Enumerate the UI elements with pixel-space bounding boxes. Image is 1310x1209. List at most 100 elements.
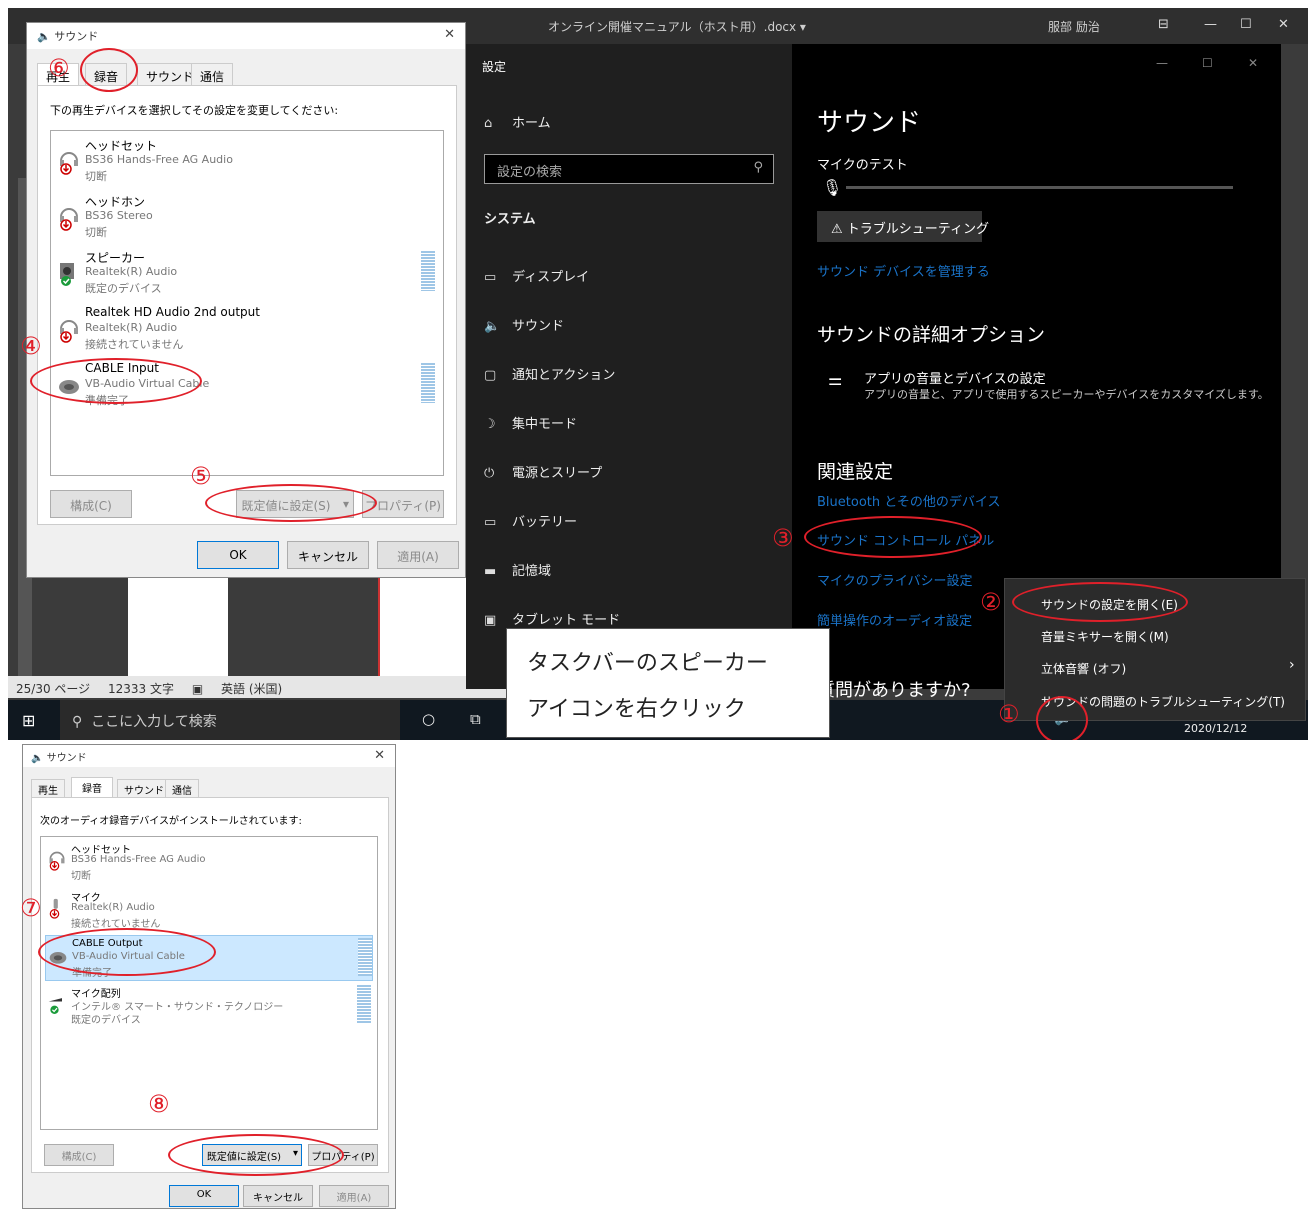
apply-button[interactable]: 適用(A) (319, 1185, 389, 1207)
warning-icon: ⚠ (831, 222, 843, 237)
proofing-icon[interactable]: ▣ (192, 682, 203, 696)
menu-open-volume-mixer[interactable]: 音量ミキサーを開く(M) (1041, 628, 1169, 645)
annotation-circle (80, 48, 138, 92)
settings-close-icon[interactable]: ✕ (1248, 56, 1258, 70)
taskbar-date[interactable]: 2020/12/12 (1184, 722, 1247, 735)
instruction-callout: タスクバーのスピーカー アイコンを右クリック (506, 628, 830, 738)
mixer-icon: ⚌ (828, 370, 843, 389)
app-volume-desc: アプリの音量と、アプリで使用するスピーカーやデバイスをカスタマイズします。 (864, 388, 1269, 401)
cancel-button[interactable]: キャンセル (287, 541, 369, 569)
annotation-circle (1036, 696, 1088, 740)
cancel-button[interactable]: キャンセル (243, 1185, 313, 1207)
word-user-name[interactable]: 服部 励治 (1048, 18, 1100, 35)
maximize-icon[interactable]: ☐ (1240, 17, 1252, 32)
speaker-device-icon (60, 263, 74, 286)
sound-icon: 🔈 (484, 319, 501, 334)
nav-section-system: システム (484, 212, 536, 227)
annotation-number: ⑧ (148, 1090, 170, 1118)
nav-focus[interactable]: ☽ 集中モード (484, 413, 577, 432)
device-item[interactable]: ヘッドセット BS36 Hands-Free AG Audio 切断 (55, 135, 439, 191)
menu-spatial-sound[interactable]: 立体音響 (オフ) (1041, 660, 1126, 677)
ok-button[interactable]: OK (197, 541, 279, 569)
annotation-circle (38, 928, 216, 976)
device-item[interactable]: スピーカー Realtek(R) Audio 既定のデバイス (55, 247, 439, 303)
playback-device-list[interactable]: ヘッドセット BS36 Hands-Free AG Audio 切断 ヘッドホン BS… (50, 130, 444, 476)
apply-button[interactable]: 適用(A) (377, 541, 459, 569)
level-meter (358, 938, 372, 976)
annotation-number: ① (998, 700, 1020, 728)
tab-recording[interactable]: 録音 (71, 777, 113, 797)
annotation-number: ③ (772, 524, 794, 552)
nav-power[interactable]: ⏻ 電源とスリープ (484, 462, 602, 481)
settings-title: 設定 (482, 60, 507, 74)
tab-sounds[interactable]: サウンド (117, 779, 171, 797)
microphone-icon: 🎙 (822, 178, 843, 197)
settings-search-input[interactable]: 設定の検索 ⚲ (484, 154, 774, 184)
nav-storage[interactable]: ▬ 記憶域 (484, 560, 551, 579)
recording-device-list[interactable]: ヘッドセット BS36 Hands-Free AG Audio 切断 マイク Real… (40, 836, 378, 1130)
dialog-close-icon[interactable]: ✕ (444, 27, 455, 42)
dialog-instruction: 下の再生デバイスを選択してその設定を変更してください: (50, 104, 339, 117)
configure-button[interactable]: 構成(C) (50, 490, 132, 518)
settings-minimize-icon[interactable]: — (1156, 56, 1168, 70)
nav-sound[interactable]: 🔈 サウンド (484, 315, 564, 334)
bluetooth-link[interactable]: Bluetooth とその他のデバイス (817, 491, 1000, 510)
annotation-circle (30, 358, 202, 404)
mic-array-icon (48, 998, 62, 1014)
related-settings-title: 関連設定 (817, 461, 894, 483)
ok-button[interactable]: OK (169, 1185, 239, 1207)
storage-icon: ▬ (484, 564, 497, 579)
close-icon[interactable]: ✕ (1278, 17, 1289, 32)
mic-level-bar (846, 186, 1233, 189)
annotation-number: ⑤ (190, 462, 212, 490)
dialog-title-bar: 🔈 サウンド ✕ (23, 745, 395, 767)
annotation-number: ④ (20, 332, 42, 360)
top-screenshot: オンライン開催マニュアル（ホスト用）.docx ▾ 服部 励治 ⊟ — ☐ ✕ … (0, 0, 1310, 740)
language-indicator[interactable]: 英語 (米国) (221, 682, 282, 696)
troubleshoot-button[interactable]: ⚠ トラブルシューティング (817, 211, 989, 242)
minimize-icon[interactable]: — (1204, 17, 1217, 32)
callout-line-2: アイコンを右クリック (527, 697, 746, 722)
nav-home[interactable]: ⌂ ホーム (484, 112, 551, 131)
windows-start-icon[interactable]: ⊞ (22, 711, 35, 730)
device-item[interactable]: マイク Realtek(R) Audio 接続されていません (45, 887, 373, 933)
word-status-bar: 25/30 ページ 12333 文字 ▣ 英語 (米国) (8, 676, 508, 698)
tablet-icon: ▣ (484, 613, 497, 628)
word-document-title[interactable]: オンライン開催マニュアル（ホスト用）.docx ▾ (548, 18, 806, 35)
ease-of-access-audio-link[interactable]: 簡単操作のオーディオ設定 (817, 610, 972, 629)
manage-devices-link[interactable]: サウンド デバイスを管理する (817, 261, 990, 280)
taskbar-search-box[interactable]: ⚲ ここに入力して検索 (60, 700, 400, 740)
nav-tablet[interactable]: ▣ タブレット モード (484, 609, 620, 628)
nav-display[interactable]: ▭ ディスプレイ (484, 266, 589, 285)
annotation-number: ⑥ (48, 54, 70, 82)
speaker-icon: 🔈 (31, 753, 44, 764)
tab-communications[interactable]: 通信 (191, 63, 234, 85)
dialog-title-bar: 🔈 サウンド ✕ (27, 23, 465, 49)
nav-battery[interactable]: ▭ バッテリー (484, 511, 577, 530)
mic-test-label: マイクのテスト (817, 158, 908, 173)
mic-privacy-link[interactable]: マイクのプライバシー設定 (817, 570, 972, 589)
annotation-number: ② (980, 588, 1002, 616)
level-meter (357, 985, 371, 1023)
cortana-icon[interactable]: ○ (422, 710, 435, 728)
tab-communications[interactable]: 通信 (165, 779, 199, 797)
device-item[interactable]: ヘッドセット BS36 Hands-Free AG Audio 切断 (45, 839, 373, 885)
task-view-icon[interactable]: ⧉ (470, 710, 481, 728)
device-item[interactable]: ヘッドホン BS36 Stereo 切断 (55, 191, 439, 247)
configure-button[interactable]: 構成(C) (44, 1144, 114, 1166)
device-item[interactable]: マイク配列 インテル® スマート・サウンド・テクノロジー 既定のデバイス (45, 983, 373, 1029)
annotation-circle (804, 516, 982, 558)
document-page[interactable] (128, 578, 498, 682)
nav-notifications[interactable]: ▢ 通知とアクション (484, 364, 615, 383)
device-item[interactable]: Realtek HD Audio 2nd output Realtek(R) Au… (55, 303, 439, 359)
ribbon-display-icon[interactable]: ⊟ (1158, 17, 1169, 32)
app-volume-title[interactable]: アプリの音量とデバイスの設定 (864, 368, 1046, 387)
tab-playback[interactable]: 再生 (31, 779, 65, 797)
settings-maximize-icon[interactable]: ☐ (1202, 56, 1213, 70)
word-count[interactable]: 12333 文字 (108, 682, 174, 696)
search-placeholder: ここに入力して検索 (91, 714, 217, 730)
page-count[interactable]: 25/30 ページ (16, 682, 90, 696)
dialog-close-icon[interactable]: ✕ (374, 748, 385, 763)
microphone-icon (49, 898, 60, 919)
annotation-circle (205, 484, 377, 522)
